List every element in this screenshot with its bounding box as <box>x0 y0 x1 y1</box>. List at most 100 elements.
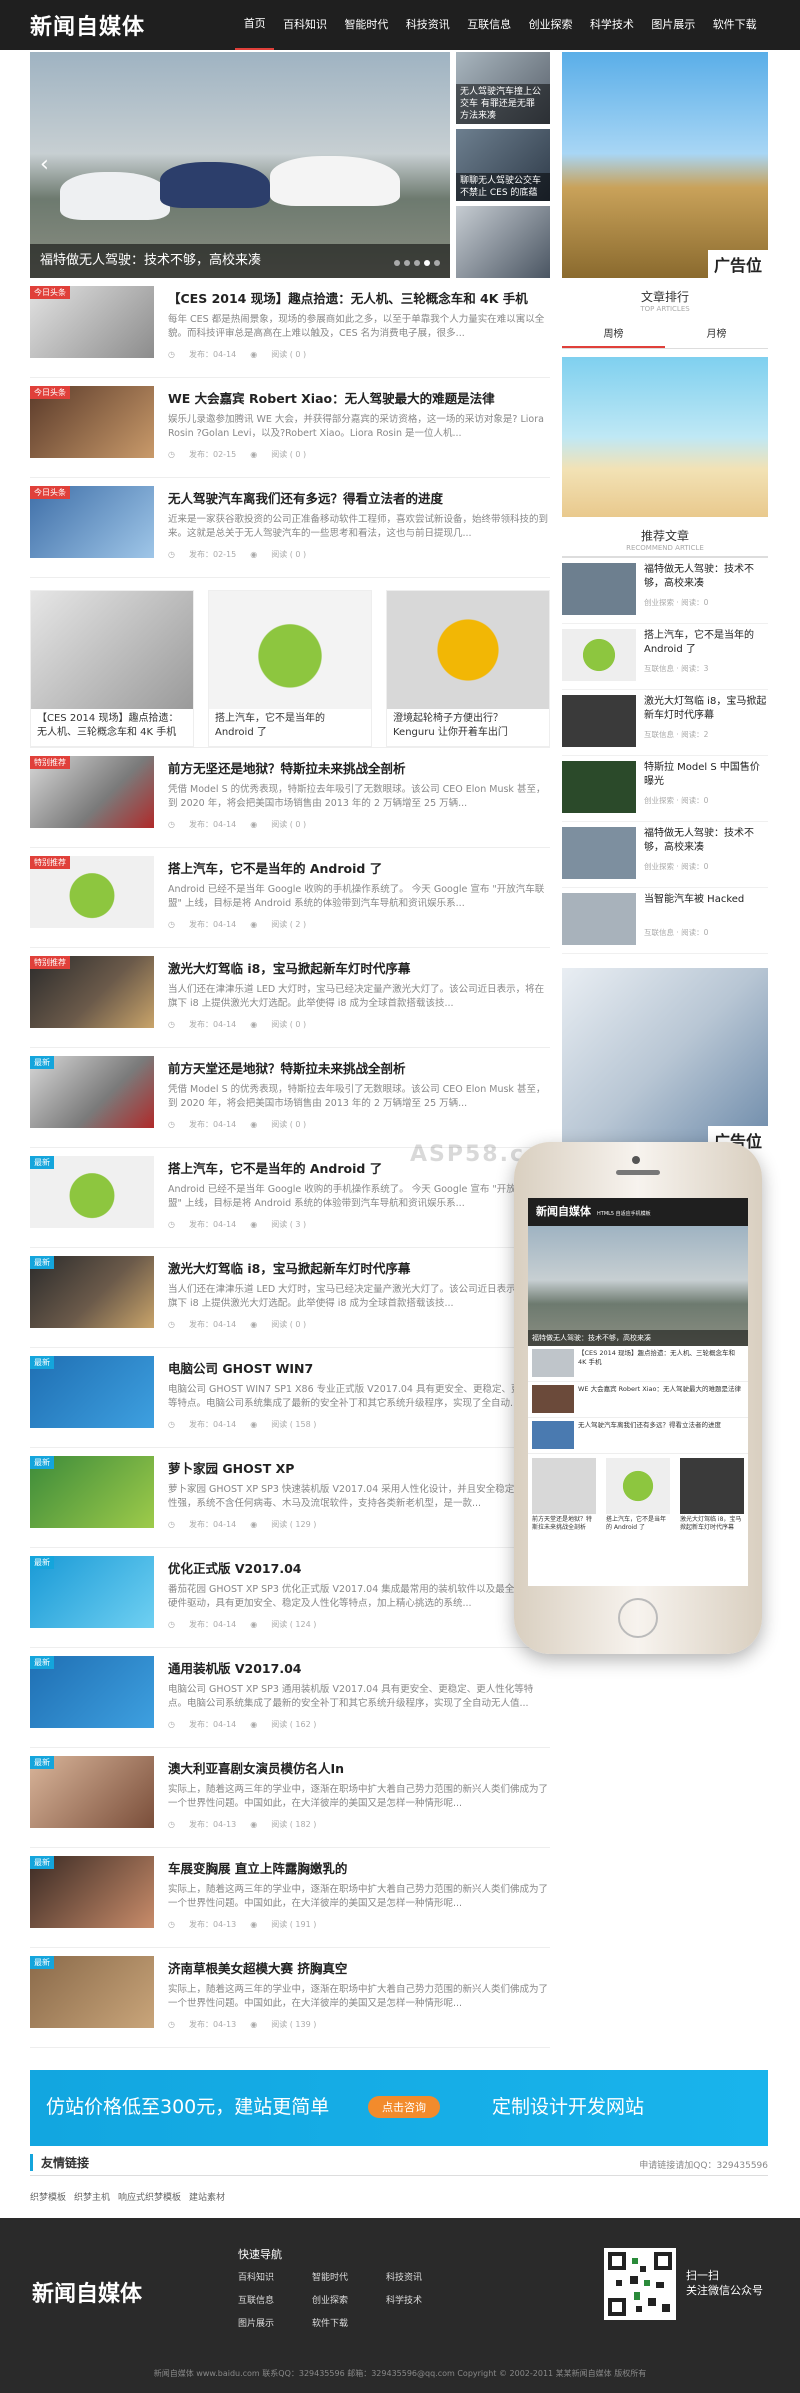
article-title[interactable]: 济南草根美女超模大赛 挤胸真空 <box>168 1958 550 1977</box>
quick-link[interactable]: 创业探索 <box>312 2293 386 2306</box>
recommend-thumb[interactable] <box>562 629 636 681</box>
recommend-title[interactable]: 激光大灯驾临 i8，宝马掀起新车灯时代序幕 <box>644 695 768 723</box>
prev-arrow-icon[interactable]: ‹ <box>40 152 49 177</box>
article-title[interactable]: 无人驾驶汽车离我们还有多远？得看立法者的进度 <box>168 488 550 507</box>
phone-list-item[interactable]: WE 大会嘉宾 Robert Xiao：无人驾驶最大的难题是法律 <box>528 1382 748 1418</box>
recommend-title[interactable]: 特斯拉 Model S 中国售价曝光 <box>644 761 768 789</box>
phone-slide[interactable]: 福特做无人驾驶：技术不够，高校来凑 <box>528 1226 748 1346</box>
article-thumb[interactable]: 最新 <box>30 1556 154 1628</box>
article-item[interactable]: 特别推荐 搭上汽车，它不是当年的 Android 了 Android 已经不是当… <box>30 848 550 948</box>
article-item[interactable]: 特别推荐 前方无坚还是地狱？特斯拉未来挑战全剖析 凭借 Model S 的优秀表… <box>30 748 550 848</box>
quick-link[interactable]: 图片展示 <box>238 2316 312 2329</box>
sidebar-ad-2[interactable]: 广告位 <box>562 968 768 1154</box>
article-thumb[interactable]: 今日头条 <box>30 486 154 558</box>
article-title[interactable]: 搭上汽车，它不是当年的 Android 了 <box>168 858 550 877</box>
article-thumb[interactable]: 特别推荐 <box>30 956 154 1028</box>
article-thumb[interactable]: 最新 <box>30 1656 154 1728</box>
nav-encyclopedia[interactable]: 百科知识 <box>274 0 335 50</box>
article-item[interactable]: 今日头条 WE 大会嘉宾 Robert Xiao：无人驾驶最大的难题是法律 娱乐… <box>30 378 550 478</box>
article-thumb[interactable]: 特别推荐 <box>30 856 154 928</box>
recommend-thumb[interactable] <box>562 695 636 747</box>
quick-link[interactable]: 互联信息 <box>238 2293 312 2306</box>
recommend-item[interactable]: 福特做无人驾驶：技术不够，高校来凑 创业探索 · 阅读：0 <box>562 822 768 888</box>
article-thumb[interactable]: 最新 <box>30 1156 154 1228</box>
nav-smart-era[interactable]: 智能时代 <box>336 0 397 50</box>
slider-thumb[interactable]: 无人驾驶汽车撞上公交车 有罪还是无罪 方法来凑 <box>456 52 550 124</box>
footer-logo[interactable]: 新闻自媒体 <box>32 2276 142 2308</box>
gallery-item[interactable]: 澄境起轮椅子方便出行？Kenguru 让你开着车出门 <box>386 590 550 747</box>
article-item[interactable]: 最新 优化正式版 V2017.04 番茄花园 GHOST XP SP3 优化正式… <box>30 1548 550 1648</box>
recommend-item[interactable]: 激光大灯驾临 i8，宝马掀起新车灯时代序幕 互联信息 · 阅读：2 <box>562 690 768 756</box>
sidebar-ad[interactable]: 广告位 <box>562 52 768 278</box>
article-title[interactable]: 【CES 2014 现场】趣点拾遗：无人机、三轮概念车和 4K 手机 <box>168 288 550 307</box>
dot-icon[interactable] <box>404 260 410 266</box>
article-title[interactable]: 激光大灯驾临 i8，宝马掀起新车灯时代序幕 <box>168 1258 550 1277</box>
quick-link[interactable]: 科技资讯 <box>386 2270 460 2283</box>
phone-gallery-item[interactable]: 搭上汽车，它不是当年的 Android 了 <box>606 1458 670 1532</box>
recommend-item[interactable]: 福特做无人驾驶：技术不够，高校来凑 创业探索 · 阅读：0 <box>562 558 768 624</box>
article-thumb[interactable]: 最新 <box>30 1756 154 1828</box>
nav-internet[interactable]: 互联信息 <box>459 0 520 50</box>
article-item[interactable]: 今日头条 无人驾驶汽车离我们还有多远？得看立法者的进度 近来是一家获谷歌投资的公… <box>30 478 550 578</box>
article-title[interactable]: 萝卜家园 GHOST XP <box>168 1458 550 1477</box>
article-title[interactable]: 通用装机版 V2017.04 <box>168 1658 550 1677</box>
gallery-item[interactable]: 搭上汽车，它不是当年的 Android 了 <box>208 590 372 747</box>
gallery-item[interactable]: 【CES 2014 现场】趣点拾遗：无人机、三轮概念车和 4K 手机 <box>30 590 194 747</box>
phone-list-item[interactable]: 【CES 2014 现场】趣点拾遗：无人机、三轮概念车和 4K 手机 <box>528 1346 748 1382</box>
article-thumb[interactable]: 最新 <box>30 1056 154 1128</box>
nav-home[interactable]: 首页 <box>235 0 275 50</box>
dot-icon[interactable] <box>424 260 430 266</box>
article-title[interactable]: 前方无坚还是地狱？特斯拉未来挑战全剖析 <box>168 758 550 777</box>
slide-caption[interactable]: 福特做无人驾驶：技术不够，高校来凑 <box>30 244 450 278</box>
recommend-thumb[interactable] <box>562 563 636 615</box>
article-thumb[interactable]: 今日头条 <box>30 286 154 358</box>
article-item[interactable]: 最新 澳大利亚喜剧女演员模仿名人In 实际上，随着这两三年的学业中，逐渐在职场中… <box>30 1748 550 1848</box>
recommend-item[interactable]: 搭上汽车，它不是当年的 Android 了互联信息 · 阅读：3 <box>562 624 768 690</box>
article-thumb[interactable]: 最新 <box>30 1456 154 1528</box>
recommend-thumb[interactable] <box>562 761 636 813</box>
article-thumb[interactable]: 最新 <box>30 1956 154 2028</box>
article-title[interactable]: WE 大会嘉宾 Robert Xiao：无人驾驶最大的难题是法律 <box>168 388 550 407</box>
quick-link[interactable]: 软件下载 <box>312 2316 386 2329</box>
friend-link[interactable]: 织梦主机 <box>74 2190 110 2203</box>
article-item[interactable]: 特别推荐 激光大灯驾临 i8，宝马掀起新车灯时代序幕 当人们还在津津乐道 LED… <box>30 948 550 1048</box>
recommend-title[interactable]: 福特做无人驾驶：技术不够，高校来凑 <box>644 563 768 591</box>
friend-link[interactable]: 织梦模板 <box>30 2190 66 2203</box>
phone-gallery-item[interactable]: 前方天堂还是地狱？特斯拉未来挑战全剖析 <box>532 1458 596 1532</box>
article-item[interactable]: 最新 萝卜家园 GHOST XP 萝卜家园 GHOST XP SP3 快速装机版… <box>30 1448 550 1548</box>
quick-link[interactable]: 智能时代 <box>312 2270 386 2283</box>
recommend-thumb[interactable] <box>562 827 636 879</box>
article-item[interactable]: 最新 激光大灯驾临 i8，宝马掀起新车灯时代序幕 当人们还在津津乐道 LED 大… <box>30 1248 550 1348</box>
slider-thumb[interactable] <box>456 206 550 278</box>
article-title[interactable]: 澳大利亚喜剧女演员模仿名人In <box>168 1758 550 1777</box>
article-title[interactable]: 车展变胸展 直立上阵露胸嫩乳的 <box>168 1858 550 1877</box>
nav-startup[interactable]: 创业探索 <box>520 0 581 50</box>
article-title[interactable]: 优化正式版 V2017.04 <box>168 1558 550 1577</box>
phone-list-item[interactable]: 无人驾驶汽车离我们还有多远？得看立法者的进度 <box>528 1418 748 1454</box>
article-title[interactable]: 激光大灯驾临 i8，宝马掀起新车灯时代序幕 <box>168 958 550 977</box>
promo-banner[interactable]: 仿站价格低至300元，建站更简单 点击咨询 定制设计开发网站 <box>30 2070 768 2146</box>
article-title[interactable]: 前方天堂还是地狱？特斯拉未来挑战全剖析 <box>168 1058 550 1077</box>
article-item[interactable]: 最新 通用装机版 V2017.04 电脑公司 GHOST XP SP3 通用装机… <box>30 1648 550 1748</box>
quick-link[interactable]: 百科知识 <box>238 2270 312 2283</box>
tab-week[interactable]: 周榜 <box>562 319 665 348</box>
article-item[interactable]: 最新 车展变胸展 直立上阵露胸嫩乳的 实际上，随着这两三年的学业中，逐渐在职场中… <box>30 1848 550 1948</box>
article-item[interactable]: 最新 前方天堂还是地狱？特斯拉未来挑战全剖析 凭借 Model S 的优秀表现，… <box>30 1048 550 1148</box>
nav-science[interactable]: 科学技术 <box>581 0 642 50</box>
article-thumb[interactable]: 最新 <box>30 1256 154 1328</box>
consult-button[interactable]: 点击咨询 <box>368 2096 440 2118</box>
dot-icon[interactable] <box>414 260 420 266</box>
slide-image[interactable]: ‹ 福特做无人驾驶：技术不够，高校来凑 <box>30 52 450 278</box>
slider-thumb[interactable]: 聊聊无人驾驶公交车不禁止 CES 的底蕴 <box>456 129 550 201</box>
article-item[interactable]: 最新 电脑公司 GHOST WIN7 电脑公司 GHOST WIN7 SP1 X… <box>30 1348 550 1448</box>
phone-gallery-item[interactable]: 激光大灯驾临 i8，宝马掀起新车灯时代序幕 <box>680 1458 744 1532</box>
recommend-item[interactable]: 特斯拉 Model S 中国售价曝光 创业探索 · 阅读：0 <box>562 756 768 822</box>
friend-link[interactable]: 建站素材 <box>189 2190 225 2203</box>
recommend-title[interactable]: 当智能汽车被 Hacked <box>644 893 744 921</box>
tab-month[interactable]: 月榜 <box>665 319 768 348</box>
recommend-thumb[interactable] <box>562 893 636 945</box>
nav-software[interactable]: 软件下载 <box>704 0 765 50</box>
recommend-title[interactable]: 搭上汽车，它不是当年的 Android 了 <box>644 629 768 657</box>
dot-icon[interactable] <box>434 260 440 266</box>
article-thumb[interactable]: 最新 <box>30 1856 154 1928</box>
